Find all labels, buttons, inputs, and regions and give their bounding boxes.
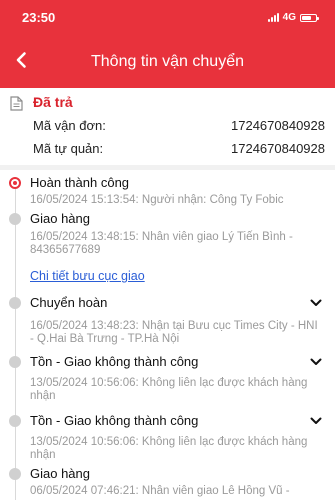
timeline-dot [9, 468, 21, 480]
self-managed-code-label: Mã tự quản: [33, 141, 104, 156]
chevron-down-icon[interactable] [310, 299, 322, 307]
timeline-dot [9, 213, 21, 225]
waybill-row: Mã vận đơn: 1724670840928 [33, 118, 325, 133]
battery-icon [300, 13, 319, 22]
event-description: 06/05/2024 07:46:21: Nhân viên giao Lê H… [30, 485, 290, 497]
network-label: 4G [282, 12, 296, 23]
event-title: Giao hàng [30, 466, 90, 481]
event-title: Chuyển hoàn [30, 295, 108, 310]
delivery-office-details-link[interactable]: Chi tiết bưu cục giao [30, 269, 145, 283]
event-description: 16/05/2024 13:48:15: Nhân viên giao Lý T… [30, 231, 293, 256]
chevron-down-icon[interactable] [310, 358, 322, 366]
event-title: Giao hàng [30, 211, 90, 226]
chevron-down-icon[interactable] [310, 417, 322, 425]
document-icon [10, 96, 23, 111]
event-title: Hoàn thành công [30, 175, 130, 190]
waybill-value: 1724670840928 [231, 118, 325, 133]
timeline-line [15, 182, 16, 500]
timeline-dot [9, 356, 21, 368]
timeline-dot [9, 297, 21, 309]
page-title: Thông tin vận chuyển [91, 53, 244, 70]
self-managed-code-row: Mã tự quản: 1724670840928 [33, 141, 325, 156]
status-indicators: 4G [267, 12, 319, 23]
event-description: 13/05/2024 10:56:06: Không liên lạc được… [30, 377, 308, 402]
section-divider [0, 165, 335, 170]
event-description: 16/05/2024 13:48:23: Nhận tại Bưu cục Ti… [30, 320, 318, 345]
signal-icon [267, 13, 279, 22]
self-managed-code-value: 1724670840928 [231, 141, 325, 156]
event-description: 16/05/2024 15:13:54: Người nhận: Công Ty… [30, 194, 284, 206]
waybill-label: Mã vận đơn: [33, 118, 106, 133]
status-bar: 23:50 4G [22, 10, 319, 26]
event-title: Tồn - Giao không thành công [30, 354, 199, 369]
app-header: 23:50 4G Thông tin vận chuyển [0, 0, 335, 88]
event-title: Tồn - Giao không thành công [30, 413, 199, 428]
timeline-dot-active [9, 177, 21, 189]
event-description: 13/05/2024 10:56:06: Không liên lạc được… [30, 436, 308, 461]
status-time: 23:50 [22, 10, 56, 25]
timeline-dot [9, 415, 21, 427]
delivery-status: Đã trả [33, 94, 73, 110]
